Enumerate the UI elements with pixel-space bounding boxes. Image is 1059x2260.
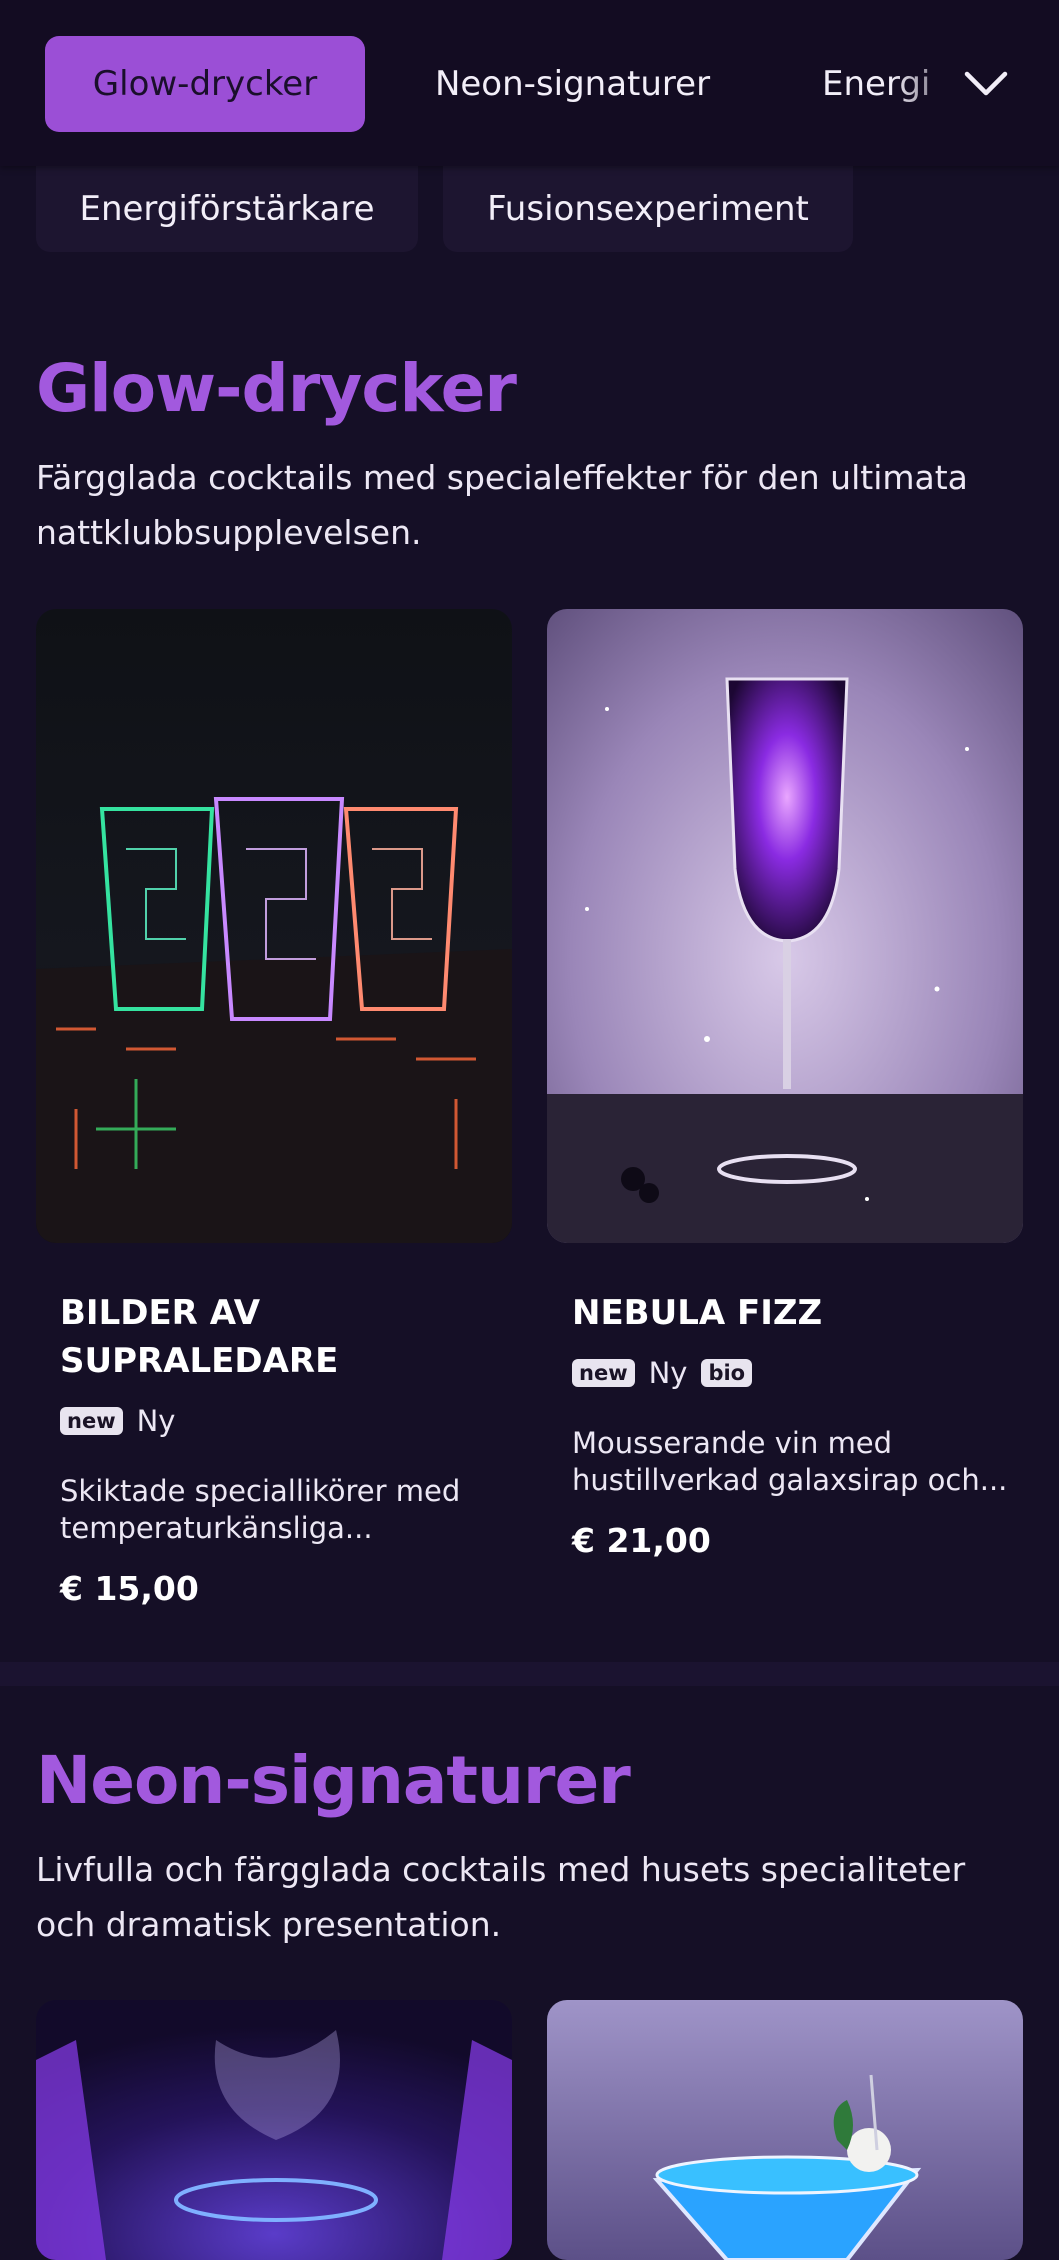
product-name[interactable]: NEBULA FIZZ (572, 1289, 992, 1337)
product-price: € 15,00 (60, 1569, 199, 1608)
bio-badge: bio (701, 1359, 753, 1387)
tab-fusionsexperiment[interactable]: Fusionsexperiment (443, 166, 853, 252)
product-description: Skiktade speciallikörer med temperaturkä… (60, 1474, 461, 1545)
new-badge: new (60, 1407, 123, 1435)
section-description: Färgglada cocktails med specialeffekter … (36, 458, 968, 552)
section-divider (0, 1662, 1059, 1686)
product-description: Mousserande vin med hustillverkad galaxs… (572, 1426, 1008, 1497)
section-title: Neon-signaturer (36, 1742, 631, 1819)
product-image[interactable] (36, 2000, 512, 2260)
product-image-supraledare[interactable] (36, 609, 512, 1243)
product-price: € 21,00 (572, 1521, 711, 1560)
tab-energiforstarkare[interactable]: Energiförstärkare (36, 166, 418, 252)
product-badges: new Ny (60, 1404, 175, 1438)
tab-energi[interactable]: Energi (800, 36, 982, 132)
tab-glow-drycker[interactable]: Glow-drycker (45, 36, 365, 132)
chevron-down-icon[interactable] (958, 56, 1014, 112)
product-badges: new Ny bio (572, 1356, 753, 1390)
product-image[interactable] (547, 2000, 1023, 2260)
product-name[interactable]: BILDER AV SUPRALEDARE (60, 1289, 480, 1385)
new-badge: new (572, 1359, 635, 1387)
section-description: Livfulla och färgglada cocktails med hus… (36, 1850, 966, 1944)
new-label: Ny (648, 1356, 688, 1390)
tab-neon-signaturer[interactable]: Neon-signaturer (400, 36, 745, 132)
section-title: Glow-drycker (36, 350, 517, 427)
category-tab-bar: Glow-drycker Neon-signaturer Energi (0, 0, 1059, 166)
new-label: Ny (136, 1404, 176, 1438)
product-image-nebula-fizz[interactable] (547, 609, 1023, 1243)
